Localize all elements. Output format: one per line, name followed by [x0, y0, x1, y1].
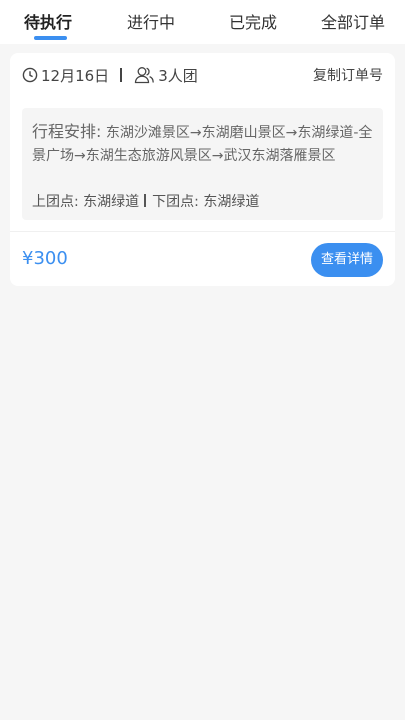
order-status-tabs: 待执行 进行中 已完成 全部订单	[0, 0, 405, 44]
order-meta: 12月16日 3人团	[22, 63, 198, 87]
tab-in-progress[interactable]: 进行中	[127, 0, 175, 44]
people-icon	[134, 66, 155, 84]
pickup-point: 东湖绿道	[83, 194, 140, 210]
dropoff-label: 下团点:	[152, 194, 199, 210]
meeting-points: 上团点: 东湖绿道 下团点: 东湖绿道	[32, 191, 259, 211]
clock-icon	[22, 67, 38, 83]
meta-separator	[120, 68, 123, 82]
dropoff-point: 东湖绿道	[203, 194, 260, 210]
itinerary-label: 行程安排:	[32, 122, 102, 141]
points-separator	[144, 194, 147, 207]
order-card: 12月16日 3人团 复制订单号 行程安排: 东湖沙滩景区→东湖磨山景区→东湖绿…	[10, 53, 395, 286]
group-size: 3人团	[158, 66, 198, 85]
tab-completed[interactable]: 已完成	[229, 0, 277, 44]
copy-order-number-button[interactable]: 复制订单号	[313, 65, 383, 85]
order-price: ¥300	[22, 248, 68, 269]
itinerary-text: 行程安排: 东湖沙滩景区→东湖磨山景区→东湖绿道-全景广场→东湖生态旅游风景区→…	[32, 120, 382, 168]
active-tab-indicator	[34, 36, 67, 40]
order-date: 12月16日	[41, 66, 110, 85]
card-divider	[10, 231, 395, 232]
view-details-button[interactable]: 查看详情	[311, 243, 383, 277]
tab-all-orders[interactable]: 全部订单	[321, 0, 385, 44]
itinerary-box: 行程安排: 东湖沙滩景区→东湖磨山景区→东湖绿道-全景广场→东湖生态旅游风景区→…	[22, 108, 383, 220]
pickup-label: 上团点:	[32, 194, 79, 210]
